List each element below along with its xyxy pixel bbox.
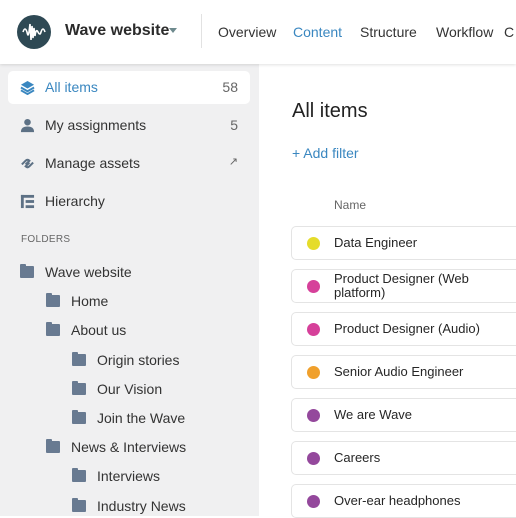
user-icon [20,118,35,133]
list-item[interactable]: We are Wave [291,398,516,432]
list-item[interactable]: Data Engineer [291,226,516,260]
wave-logo-icon[interactable] [17,15,51,49]
folders-heading: FOLDERS [21,234,71,245]
site-switcher[interactable]: Wave website [65,22,169,40]
folder-label: Origin stories [97,352,180,368]
folder-label: Home [71,293,109,309]
column-header-name[interactable]: Name [334,198,366,212]
list-item[interactable]: Over-ear headphones [291,484,516,518]
sidebar-item-label: My assignments [45,117,147,133]
status-dot-icon [307,280,320,293]
layers-icon [20,80,35,95]
add-filter-button[interactable]: + Add filter [292,145,359,161]
list-item[interactable]: Product Designer (Web platform) [291,269,516,303]
tab-overview[interactable]: Overview [218,24,276,40]
tab-more[interactable]: C [504,24,514,40]
tab-workflow[interactable]: Workflow [436,24,493,40]
status-dot-icon [307,452,320,465]
sidebar-item-all-items[interactable]: All items 58 [8,71,250,104]
sidebar: All items 58 My assignments 5 Manage ass… [0,64,259,516]
assignment-count: 5 [230,117,238,133]
item-name: Data Engineer [334,235,418,250]
divider [201,14,202,48]
folder-label: Our Vision [97,381,163,397]
status-dot-icon [307,366,320,379]
tab-content[interactable]: Content [293,24,342,40]
folder-icon [72,468,86,482]
item-count: 58 [222,79,238,95]
status-dot-icon [307,409,320,422]
folder-label: Join the Wave [97,410,186,426]
status-dot-icon [307,495,320,508]
list-item[interactable]: Product Designer (Audio) [291,312,516,346]
list-item[interactable]: Senior Audio Engineer [291,355,516,389]
link-icon [21,158,34,169]
item-name: Product Designer (Web platform) [334,271,469,300]
page-title: All items [292,100,368,122]
item-name: Careers [334,450,381,465]
folder-icon [46,293,60,307]
external-link-icon: ↗ [228,156,238,168]
status-dot-icon [307,323,320,336]
sidebar-item-manage-assets[interactable]: Manage assets ↗ [8,147,250,180]
folder-icon [46,439,60,453]
folder-label: News & Interviews [71,439,187,455]
folder-label: Interviews [97,468,161,484]
folder-label: Wave website [45,264,132,280]
folder-icon [20,264,34,278]
top-header: Wave website Overview Content Structure … [0,0,516,64]
item-name: Product Designer (Audio) [334,321,480,336]
sidebar-item-label: Hierarchy [45,193,105,209]
folder-icon [46,322,60,336]
list-item[interactable]: Careers [291,441,516,475]
folder-icon [72,352,86,366]
folder-icon [72,410,86,424]
tab-structure[interactable]: Structure [360,24,417,40]
sidebar-item-label: All items [45,79,98,95]
folder-icon [72,381,86,395]
status-dot-icon [307,237,320,250]
sidebar-item-hierarchy[interactable]: Hierarchy [8,185,250,218]
folder-icon [72,498,86,512]
item-name: Over-ear headphones [334,493,461,508]
sidebar-item-label: Manage assets [45,155,140,171]
sidebar-item-my-assignments[interactable]: My assignments 5 [8,109,250,142]
item-name: Senior Audio Engineer [334,364,464,379]
caret-down-icon[interactable] [169,28,177,33]
folder-label: Industry News [97,498,186,514]
hierarchy-icon [20,194,35,209]
item-name: We are Wave [334,407,413,422]
folder-label: About us [71,322,127,338]
